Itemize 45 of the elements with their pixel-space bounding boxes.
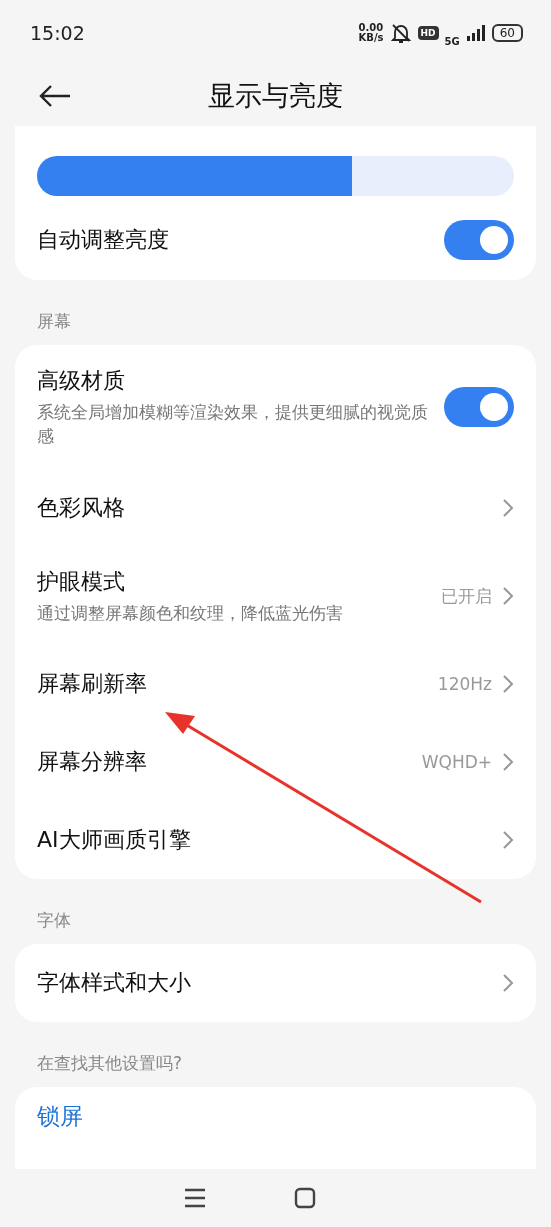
- section-label: 字体: [36, 909, 72, 932]
- chevron-right-icon: [502, 973, 514, 993]
- hd-badge: HD: [417, 26, 439, 40]
- home-icon[interactable]: [294, 1187, 317, 1209]
- chevron-right-icon: [502, 674, 514, 694]
- chevron-right-icon: [502, 830, 514, 850]
- toggle-switch[interactable]: [444, 387, 514, 427]
- net-unit: KB/s: [358, 33, 384, 43]
- signal-icon: [465, 25, 486, 41]
- chevron-right-icon: [502, 586, 514, 606]
- setting-title: 色彩风格: [37, 494, 126, 522]
- suggestion-link[interactable]: 锁屏: [37, 1101, 514, 1132]
- setting-value: WQHD+: [421, 752, 492, 772]
- network-type: 5G: [444, 35, 460, 47]
- setting-value: 120Hz: [437, 674, 492, 694]
- setting-value: 已开启: [441, 584, 492, 608]
- setting-description: 系统全局增加模糊等渲染效果，提供更细腻的视觉质感: [37, 401, 429, 448]
- back-arrow-icon[interactable]: [38, 84, 72, 108]
- auto-brightness-toggle[interactable]: [444, 220, 514, 260]
- setting-title: 护眼模式: [37, 568, 126, 596]
- setting-description: 通过调整屏幕颜色和纹理，降低蓝光伤害: [37, 602, 344, 625]
- setting-title: 屏幕刷新率: [37, 670, 148, 698]
- chevron-right-icon: [502, 752, 514, 772]
- setting-title: 字体样式和大小: [37, 969, 192, 997]
- setting-row[interactable]: 高级材质 系统全局增加模糊等渲染效果，提供更细腻的视觉质感: [15, 345, 536, 469]
- chevron-right-icon: [502, 498, 514, 518]
- setting-row[interactable]: AI大师画质引擎: [15, 801, 536, 879]
- setting-row[interactable]: 色彩风格: [15, 469, 536, 547]
- setting-label: 自动调整亮度: [37, 226, 170, 254]
- brightness-slider[interactable]: [37, 156, 514, 196]
- section-label: 在查找其他设置吗?: [36, 1052, 184, 1075]
- battery-indicator: 60: [491, 24, 523, 42]
- setting-row[interactable]: 屏幕刷新率 120Hz: [15, 645, 536, 723]
- setting-row[interactable]: 护眼模式 通过调整屏幕颜色和纹理，降低蓝光伤害 已开启: [15, 547, 536, 645]
- setting-row[interactable]: 屏幕分辨率 WQHD+: [15, 723, 536, 801]
- status-time: 15:02: [30, 22, 85, 44]
- setting-title: 屏幕分辨率: [37, 748, 148, 776]
- net-speed: 0.00: [358, 23, 384, 33]
- setting-row[interactable]: 字体样式和大小: [15, 944, 536, 1022]
- setting-title: AI大师画质引擎: [37, 826, 192, 854]
- menu-icon[interactable]: [184, 1188, 207, 1208]
- setting-title: 高级材质: [37, 367, 126, 395]
- bell-muted-icon: [389, 22, 412, 44]
- section-label: 屏幕: [36, 310, 72, 333]
- page-title: 显示与亮度: [208, 79, 343, 113]
